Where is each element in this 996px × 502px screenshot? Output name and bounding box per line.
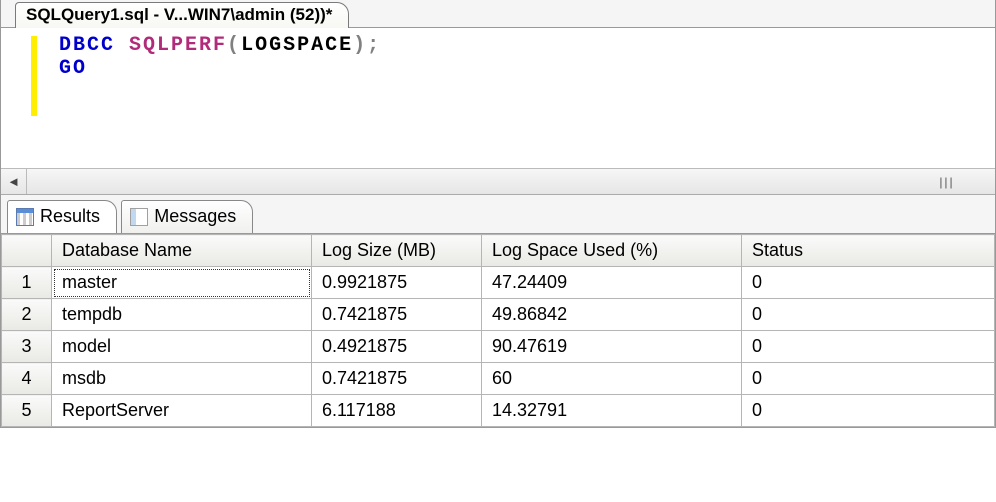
change-marker	[31, 36, 37, 116]
cell-status[interactable]: 0	[742, 395, 995, 427]
results-grid-wrap: Database Name Log Size (MB) Log Space Us…	[1, 234, 995, 427]
scroll-track[interactable]: |||	[27, 169, 995, 194]
cell-log-size[interactable]: 0.4921875	[312, 331, 482, 363]
cell-database-name[interactable]: ReportServer	[52, 395, 312, 427]
cell-log-space-used[interactable]: 49.86842	[482, 299, 742, 331]
semicolon: ;	[367, 34, 381, 57]
cell-log-size[interactable]: 6.117188	[312, 395, 482, 427]
cell-status[interactable]: 0	[742, 267, 995, 299]
row-number[interactable]: 5	[2, 395, 52, 427]
header-row: Database Name Log Size (MB) Log Space Us…	[2, 235, 995, 267]
file-tab-strip: SQLQuery1.sql - V...WIN7\admin (52))*	[1, 0, 995, 28]
tab-results[interactable]: Results	[7, 200, 117, 233]
keyword-go: GO	[59, 57, 87, 80]
cell-log-size[interactable]: 0.7421875	[312, 299, 482, 331]
table-row[interactable]: 5ReportServer6.11718814.327910	[2, 395, 995, 427]
cell-status[interactable]: 0	[742, 331, 995, 363]
results-tab-strip: Results Messages	[1, 194, 995, 234]
tab-messages-label: Messages	[154, 206, 236, 227]
file-tab[interactable]: SQLQuery1.sql - V...WIN7\admin (52))*	[15, 2, 349, 28]
corner-cell	[2, 235, 52, 267]
messages-icon	[130, 208, 148, 226]
col-log-space-used[interactable]: Log Space Used (%)	[482, 235, 742, 267]
arg-logspace: LOGSPACE	[241, 34, 353, 57]
table-row[interactable]: 1master0.992187547.244090	[2, 267, 995, 299]
cell-database-name[interactable]: msdb	[52, 363, 312, 395]
table-row[interactable]: 2tempdb0.742187549.868420	[2, 299, 995, 331]
col-log-size[interactable]: Log Size (MB)	[312, 235, 482, 267]
cell-log-space-used[interactable]: 47.24409	[482, 267, 742, 299]
cell-log-size[interactable]: 0.7421875	[312, 363, 482, 395]
paren-close: )	[353, 34, 367, 57]
row-number[interactable]: 1	[2, 267, 52, 299]
ssms-window: SQLQuery1.sql - V...WIN7\admin (52))* DB…	[0, 0, 996, 428]
row-number[interactable]: 3	[2, 331, 52, 363]
tab-results-label: Results	[40, 206, 100, 227]
keyword-dbcc: DBCC	[59, 34, 115, 57]
grid-icon	[16, 208, 34, 226]
cell-log-space-used[interactable]: 14.32791	[482, 395, 742, 427]
col-database-name[interactable]: Database Name	[52, 235, 312, 267]
paren-open: (	[227, 34, 241, 57]
row-number[interactable]: 2	[2, 299, 52, 331]
func-sqlperf: SQLPERF	[129, 34, 227, 57]
col-status[interactable]: Status	[742, 235, 995, 267]
table-row[interactable]: 3model0.492187590.476190	[2, 331, 995, 363]
tab-messages[interactable]: Messages	[121, 200, 253, 233]
editor-hscrollbar[interactable]: ◄ |||	[1, 168, 995, 194]
table-row[interactable]: 4msdb0.7421875600	[2, 363, 995, 395]
cell-status[interactable]: 0	[742, 299, 995, 331]
results-grid[interactable]: Database Name Log Size (MB) Log Space Us…	[1, 234, 995, 427]
cell-status[interactable]: 0	[742, 363, 995, 395]
scroll-left-arrow-icon[interactable]: ◄	[1, 169, 27, 194]
cell-log-space-used[interactable]: 60	[482, 363, 742, 395]
row-number[interactable]: 4	[2, 363, 52, 395]
cell-database-name[interactable]: tempdb	[52, 299, 312, 331]
cell-database-name[interactable]: model	[52, 331, 312, 363]
sql-editor[interactable]: DBCC SQLPERF(LOGSPACE); GO	[1, 28, 995, 168]
cell-database-name[interactable]: master	[52, 267, 312, 299]
cell-log-space-used[interactable]: 90.47619	[482, 331, 742, 363]
cell-log-size[interactable]: 0.9921875	[312, 267, 482, 299]
scroll-grip-icon[interactable]: |||	[933, 170, 961, 194]
editor-content: DBCC SQLPERF(LOGSPACE); GO	[59, 34, 985, 80]
